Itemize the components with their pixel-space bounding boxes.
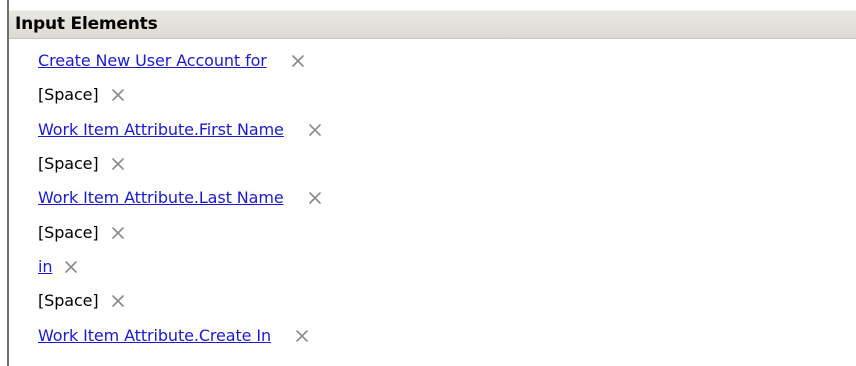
list-item: Work Item Attribute.First Name	[38, 113, 818, 147]
close-icon[interactable]	[64, 260, 78, 274]
close-icon[interactable]	[308, 191, 322, 205]
list-item: Work Item Attribute.Create In	[38, 318, 818, 352]
element-space-label: [Space]	[38, 222, 99, 242]
element-space-label: [Space]	[38, 85, 99, 105]
panel-title: Input Elements	[15, 14, 158, 34]
list-item: [Space]	[38, 284, 818, 318]
input-elements-list: Create New User Account for [Space] Work…	[38, 44, 818, 353]
element-link-first-name[interactable]: Work Item Attribute.First Name	[38, 120, 284, 140]
element-link-last-name[interactable]: Work Item Attribute.Last Name	[38, 188, 284, 208]
list-item: [Space]	[38, 147, 818, 181]
close-icon[interactable]	[111, 157, 125, 171]
panel-header: Input Elements	[9, 10, 856, 39]
list-item: in	[38, 250, 818, 284]
close-icon[interactable]	[291, 54, 305, 68]
close-icon[interactable]	[111, 88, 125, 102]
close-icon[interactable]	[111, 294, 125, 308]
element-space-label: [Space]	[38, 291, 99, 311]
close-icon[interactable]	[295, 329, 309, 343]
list-item: Create New User Account for	[38, 44, 818, 78]
list-item: [Space]	[38, 78, 818, 112]
element-link-create-new-user-account[interactable]: Create New User Account for	[38, 51, 267, 71]
element-link-in[interactable]: in	[38, 257, 52, 277]
element-space-label: [Space]	[38, 154, 99, 174]
list-item: Work Item Attribute.Last Name	[38, 181, 818, 215]
element-link-create-in[interactable]: Work Item Attribute.Create In	[38, 326, 271, 346]
list-item: [Space]	[38, 215, 818, 249]
close-icon[interactable]	[308, 123, 322, 137]
close-icon[interactable]	[111, 226, 125, 240]
input-elements-panel: Input Elements Create New User Account f…	[0, 0, 856, 366]
panel-left-border	[7, 0, 9, 366]
